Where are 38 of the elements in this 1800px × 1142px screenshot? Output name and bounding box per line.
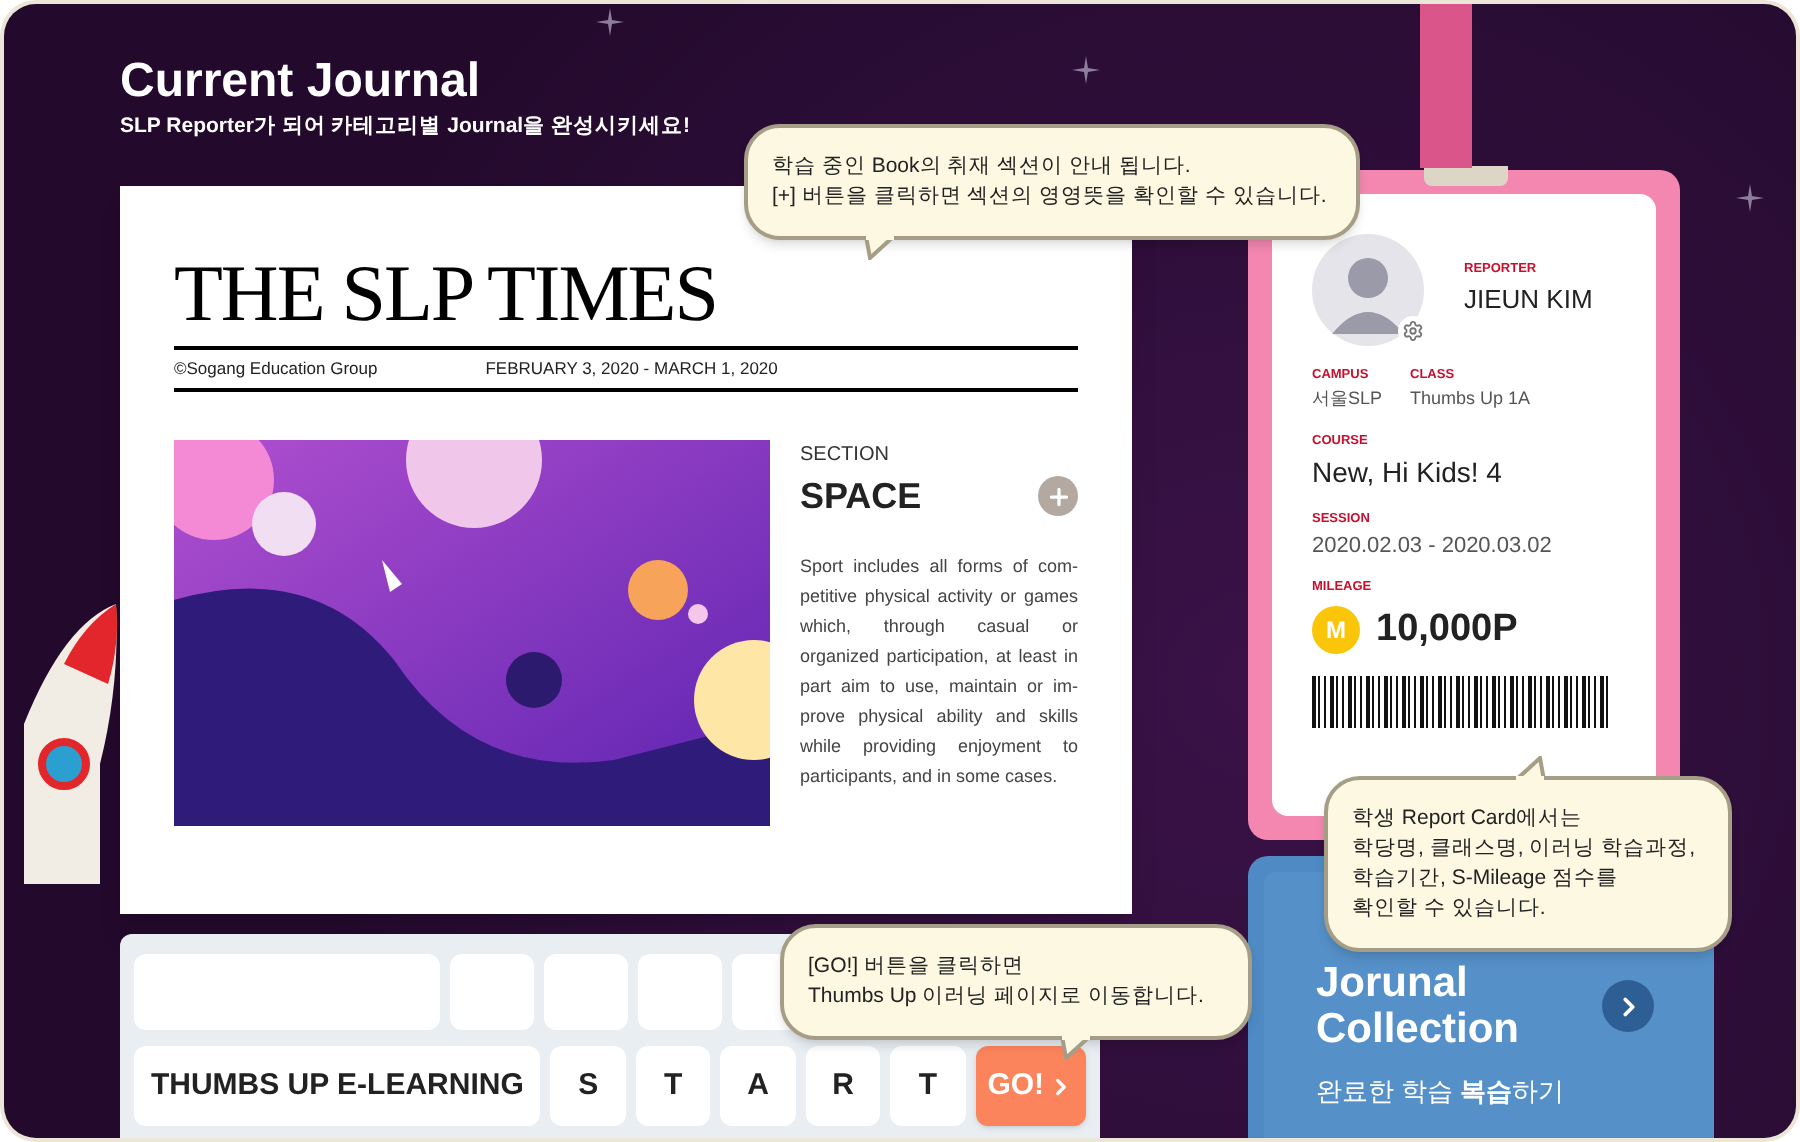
mileage-points: 10,000P xyxy=(1376,606,1518,654)
session-dates: 2020.02.03 - 2020.03.02 xyxy=(1312,531,1552,562)
letter-key: S xyxy=(550,1046,626,1126)
section-description: Sport includes all forms of com-petitive physical activity or games which, through casual or organized participation, at least in part aim to use, maintain or im-prove physical ability and skills while providing enjoyment to participants, and in some cases. xyxy=(800,553,1078,790)
go-button[interactable]: GO! xyxy=(975,1046,1087,1126)
masthead: THE SLP TIMES xyxy=(174,250,717,338)
section-label: SECTION xyxy=(800,441,889,470)
expand-button[interactable] xyxy=(1038,476,1078,517)
page-title: Current Journal xyxy=(120,52,481,112)
keyboard-label: THUMBS UP E-LEARNING xyxy=(134,1046,541,1126)
avatar xyxy=(1312,234,1424,346)
letter-key: T xyxy=(890,1046,966,1126)
plus-icon xyxy=(1045,483,1071,510)
field-value: 서울SLP xyxy=(1312,385,1383,412)
date-range: FEBRUARY 3, 2020 - MARCH 1, 2020 xyxy=(485,356,778,382)
collection-subtitle: 완료한 학습 복습하기 xyxy=(1316,1074,1565,1110)
tooltip-tail xyxy=(1514,756,1546,780)
collection-title: Jorunal Collection xyxy=(1316,960,1522,1052)
letter-key: R xyxy=(805,1046,881,1126)
field-value: Thumbs Up 1A xyxy=(1410,385,1531,412)
tooltip: 학생 Report Card에서는 학당명, 클래스명, 이러닝 학습과정, 학습기간, S-Mileage 점수를 확인할 수 있습니다. xyxy=(1324,776,1732,952)
lanyard-clip xyxy=(1424,166,1508,186)
publisher-text: ©Sogang Education Group xyxy=(174,356,378,382)
tooltip-tail xyxy=(864,236,896,260)
letter-key: A xyxy=(720,1046,796,1126)
page-subtitle: SLP Reporter가 되어 카테고리별 Journal을 완성시키세요! xyxy=(120,112,690,140)
reporter-name: JIEUN KIM xyxy=(1464,282,1593,319)
sparkle-icon xyxy=(596,8,624,36)
mileage-badge: M xyxy=(1312,606,1360,655)
section-title: SPACE xyxy=(800,473,922,520)
letter-key: T xyxy=(635,1046,711,1126)
sparkle-icon xyxy=(1072,56,1100,84)
tooltip: [GO!] 버튼을 클릭하면 Thumbs Up 이러닝 페이지로 이동합니다. xyxy=(780,924,1252,1040)
tooltip: 학습 중인 Book의 취재 섹션이 안내 됩니다. [+] 버튼을 클릭하면 섹션의 영영뜻을 확인할 수 있습니다. xyxy=(744,124,1360,240)
course-name: New, Hi Kids! 4 xyxy=(1312,454,1502,492)
sparkle-icon xyxy=(1736,184,1764,212)
tooltip-tail xyxy=(1060,1036,1092,1060)
next-button[interactable] xyxy=(1602,980,1654,1032)
